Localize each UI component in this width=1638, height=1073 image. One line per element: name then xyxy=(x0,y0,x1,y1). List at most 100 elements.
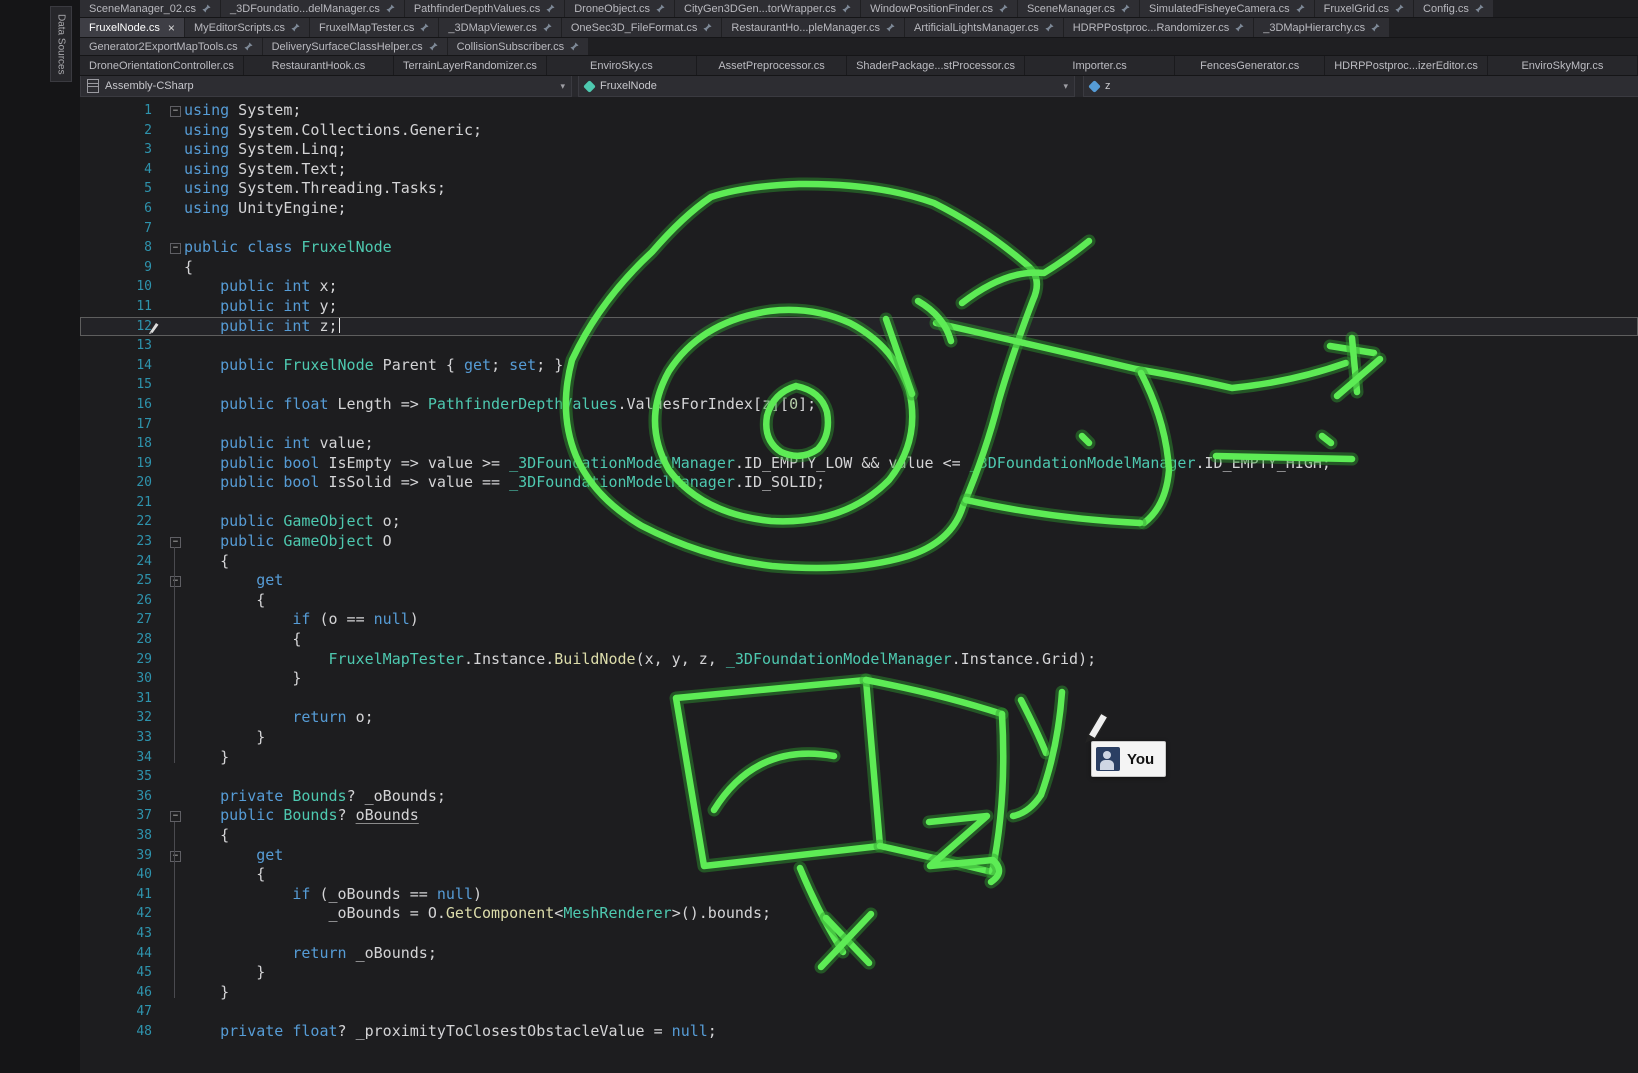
code-line-23[interactable]: 23− public GameObject O xyxy=(80,532,1638,552)
code-line-15[interactable]: 15 xyxy=(80,375,1638,395)
code-text[interactable]: public GameObject o; xyxy=(184,512,1638,532)
code-line-12[interactable]: 12 public int z; xyxy=(80,317,1638,337)
code-line-28[interactable]: 28 { xyxy=(80,630,1638,650)
code-text[interactable]: FruxelMapTester.Instance.BuildNode(x, y,… xyxy=(184,650,1638,670)
code-text[interactable]: } xyxy=(184,983,1638,1003)
pin-icon[interactable] xyxy=(656,4,665,13)
code-text[interactable]: using UnityEngine; xyxy=(184,199,1638,219)
pin-icon[interactable] xyxy=(291,23,300,32)
code-line-8[interactable]: 8−public class FruxelNode xyxy=(80,238,1638,258)
tab-scenemanager-cs[interactable]: SceneManager.cs xyxy=(1018,0,1139,17)
chevron-down-icon[interactable]: ▾ xyxy=(1063,81,1068,92)
code-line-24[interactable]: 24 { xyxy=(80,552,1638,572)
code-line-11[interactable]: 11 public int y; xyxy=(80,297,1638,317)
code-line-42[interactable]: 42 _oBounds = O.GetComponent<MeshRendere… xyxy=(80,904,1638,924)
code-line-21[interactable]: 21 xyxy=(80,493,1638,513)
tab-citygen3dgen-torwrapper-cs[interactable]: CityGen3DGen...torWrapper.cs xyxy=(675,0,860,17)
code-line-2[interactable]: 2using System.Collections.Generic; xyxy=(80,121,1638,141)
code-line-7[interactable]: 7 xyxy=(80,219,1638,239)
data-sources-tab[interactable]: Data Sources xyxy=(50,6,72,82)
tab-onesec3d-fileformat-cs[interactable]: OneSec3D_FileFormat.cs xyxy=(562,18,722,37)
code-text[interactable]: public class FruxelNode xyxy=(184,238,1638,258)
code-line-41[interactable]: 41 if (_oBounds == null) xyxy=(80,885,1638,905)
chevron-down-icon[interactable]: ▾ xyxy=(560,81,565,92)
pin-icon[interactable] xyxy=(1395,4,1404,13)
collapse-icon[interactable]: − xyxy=(170,576,181,587)
code-text[interactable]: public int z; xyxy=(184,317,1638,337)
code-text[interactable]: public float Length => PathfinderDepthVa… xyxy=(184,395,1638,415)
code-line-40[interactable]: 40 { xyxy=(80,865,1638,885)
pin-icon[interactable] xyxy=(886,23,895,32)
code-line-6[interactable]: 6using UnityEngine; xyxy=(80,199,1638,219)
pin-icon[interactable] xyxy=(570,42,579,51)
code-text[interactable]: { xyxy=(184,591,1638,611)
pin-icon[interactable] xyxy=(1475,4,1484,13)
code-text[interactable]: get xyxy=(184,846,1638,866)
tab-scenemanager-02-cs[interactable]: SceneManager_02.cs xyxy=(80,0,220,17)
code-line-35[interactable]: 35 xyxy=(80,767,1638,787)
code-text[interactable]: public int value; xyxy=(184,434,1638,454)
code-text[interactable] xyxy=(184,689,1638,709)
code-text[interactable]: { xyxy=(184,826,1638,846)
code-text[interactable]: using System.Collections.Generic; xyxy=(184,121,1638,141)
code-text[interactable]: if (o == null) xyxy=(184,610,1638,630)
pin-icon[interactable] xyxy=(202,4,211,13)
code-text[interactable] xyxy=(184,375,1638,395)
pin-icon[interactable] xyxy=(1045,23,1054,32)
code-text[interactable] xyxy=(184,493,1638,513)
tab-droneobject-cs[interactable]: DroneObject.cs xyxy=(565,0,674,17)
tab-myeditorscripts-cs[interactable]: MyEditorScripts.cs xyxy=(185,18,309,37)
collapse-icon[interactable]: − xyxy=(170,811,181,822)
code-text[interactable]: } xyxy=(184,669,1638,689)
pin-icon[interactable] xyxy=(429,42,438,51)
code-line-47[interactable]: 47 xyxy=(80,1002,1638,1022)
code-text[interactable]: public bool IsSolid => value == _3DFound… xyxy=(184,473,1638,493)
collapse-icon[interactable]: − xyxy=(170,851,181,862)
tab-assetpreprocessor-cs[interactable]: AssetPreprocessor.cs xyxy=(697,56,847,75)
code-line-14[interactable]: 14 public FruxelNode Parent { get; set; … xyxy=(80,356,1638,376)
code-text[interactable]: { xyxy=(184,865,1638,885)
code-line-29[interactable]: 29 FruxelMapTester.Instance.BuildNode(x,… xyxy=(80,650,1638,670)
code-text[interactable]: using System.Text; xyxy=(184,160,1638,180)
code-text[interactable] xyxy=(184,1002,1638,1022)
code-text[interactable]: } xyxy=(184,748,1638,768)
code-line-16[interactable]: 16 public float Length => PathfinderDept… xyxy=(80,395,1638,415)
code-line-10[interactable]: 10 public int x; xyxy=(80,277,1638,297)
code-line-32[interactable]: 32 return o; xyxy=(80,708,1638,728)
tab-windowpositionfinder-cs[interactable]: WindowPositionFinder.cs xyxy=(861,0,1017,17)
pin-icon[interactable] xyxy=(999,4,1008,13)
tab-artificiallightsmanager-cs[interactable]: ArtificialLightsManager.cs xyxy=(905,18,1063,37)
code-text[interactable]: public int x; xyxy=(184,277,1638,297)
code-line-43[interactable]: 43 xyxy=(80,924,1638,944)
code-line-39[interactable]: 39− get xyxy=(80,846,1638,866)
tab-hdrppostproc-randomizer-cs[interactable]: HDRPPostproc...Randomizer.cs xyxy=(1064,18,1254,37)
tab--3dmapviewer-cs[interactable]: _3DMapViewer.cs xyxy=(439,18,560,37)
tab-enviroskymgr-cs[interactable]: EnviroSkyMgr.cs xyxy=(1488,56,1638,75)
code-text[interactable]: } xyxy=(184,728,1638,748)
pin-icon[interactable] xyxy=(420,23,429,32)
tab-hdrppostproc-izereditor-cs[interactable]: HDRPPostproc...izerEditor.cs xyxy=(1325,56,1488,75)
tab-restaurantho-plemanager-cs[interactable]: RestaurantHo...pleManager.cs xyxy=(722,18,904,37)
pin-icon[interactable] xyxy=(703,23,712,32)
tab-pathfinderdepthvalues-cs[interactable]: PathfinderDepthValues.cs xyxy=(405,0,564,17)
tab-generator2exportmaptools-cs[interactable]: Generator2ExportMapTools.cs xyxy=(80,38,262,55)
code-text[interactable]: using System; xyxy=(184,101,1638,121)
code-text[interactable] xyxy=(184,336,1638,356)
tab-terrainlayerrandomizer-cs[interactable]: TerrainLayerRandomizer.cs xyxy=(394,56,547,75)
code-line-22[interactable]: 22 public GameObject o; xyxy=(80,512,1638,532)
pin-icon[interactable] xyxy=(546,4,555,13)
code-line-4[interactable]: 4using System.Text; xyxy=(80,160,1638,180)
pin-icon[interactable] xyxy=(543,23,552,32)
code-text[interactable]: public GameObject O xyxy=(184,532,1638,552)
pin-icon[interactable] xyxy=(1296,4,1305,13)
code-text[interactable] xyxy=(184,219,1638,239)
tab-config-cs[interactable]: Config.cs xyxy=(1414,0,1493,17)
tab-importer-cs[interactable]: Importer.cs xyxy=(1025,56,1175,75)
code-line-33[interactable]: 33 } xyxy=(80,728,1638,748)
tab-droneorientationcontroller-cs[interactable]: DroneOrientationController.cs xyxy=(80,56,244,75)
code-line-38[interactable]: 38 { xyxy=(80,826,1638,846)
code-line-1[interactable]: 1−using System; xyxy=(80,101,1638,121)
code-text[interactable]: public int y; xyxy=(184,297,1638,317)
code-line-45[interactable]: 45 } xyxy=(80,963,1638,983)
tab-deliverysurfaceclasshelper-cs[interactable]: DeliverySurfaceClassHelper.cs xyxy=(263,38,447,55)
